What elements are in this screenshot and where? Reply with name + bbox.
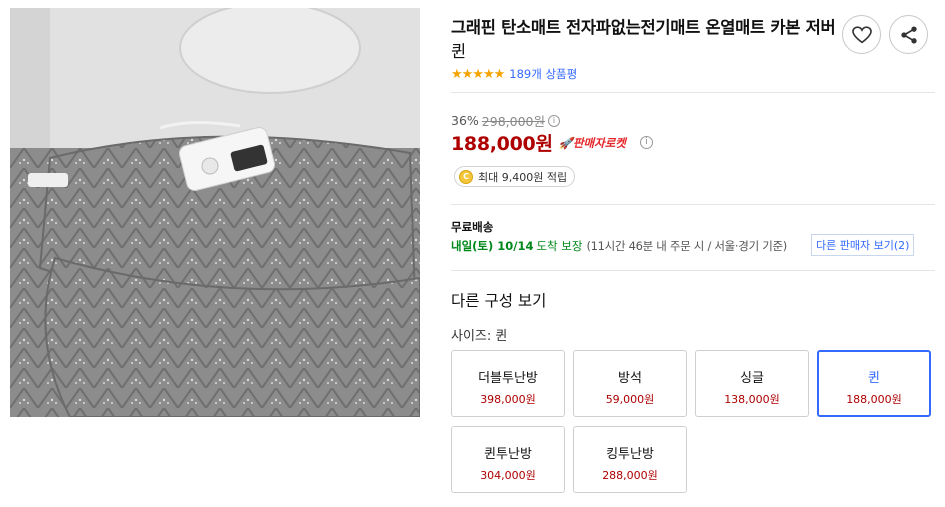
rating-row: ★★★★★ 189개 상품평 xyxy=(451,66,577,82)
option-card-cushion[interactable]: 방석 59,000원 xyxy=(573,350,687,417)
delivery-guarantee: 도착 보장 xyxy=(536,239,583,253)
product-title-text: 그래핀 탄소매트 전자파없는전기매트 온열매트 카본 저버 xyxy=(451,18,836,37)
option-price: 288,000원 xyxy=(602,469,658,482)
discount-rate: 36% xyxy=(451,113,479,128)
discount-row: 36% 298,000원 i xyxy=(451,111,560,130)
option-price: 188,000원 xyxy=(846,393,902,406)
sale-price-row: 188,000원 🚀판매자로켓 i xyxy=(451,129,653,156)
info-icon[interactable]: i xyxy=(548,114,560,127)
option-card-king-dual[interactable]: 킹투난방 288,000원 xyxy=(573,426,687,493)
rocket-label: 판매자로켓 xyxy=(572,135,626,150)
cash-reward-text: 최대 9,400원 적립 xyxy=(478,170,568,184)
product-title-option: 퀸 xyxy=(451,42,466,61)
free-shipping-label: 무료배송 xyxy=(451,220,494,234)
divider xyxy=(451,204,935,205)
info-icon[interactable]: i xyxy=(639,136,653,149)
divider xyxy=(451,92,935,93)
cash-reward-badge: C 최대 9,400원 적립 xyxy=(454,166,576,187)
option-name: 싱글 xyxy=(740,371,764,386)
option-name: 킹투난방 xyxy=(606,447,654,462)
product-image[interactable] xyxy=(10,8,420,417)
product-photo xyxy=(10,8,420,417)
product-title: 그래핀 탄소매트 전자파없는전기매트 온열매트 카본 저버 퀸 xyxy=(451,16,837,64)
coin-icon: C xyxy=(459,169,473,184)
option-price: 138,000원 xyxy=(724,393,780,406)
option-price: 398,000원 xyxy=(480,393,536,406)
share-button[interactable] xyxy=(889,15,928,54)
rocket-icon: 🚀 xyxy=(558,135,573,150)
review-count-link[interactable]: 189개 상품평 xyxy=(509,66,577,82)
star-rating-icon: ★★★★★ xyxy=(451,66,505,82)
option-card-double-dual[interactable]: 더블투난방 398,000원 xyxy=(451,350,565,417)
delivery-row: 내일(토) 10/14 도착 보장 (11시간 46분 내 주문 시 / 서울·… xyxy=(451,238,787,254)
option-card-single[interactable]: 싱글 138,000원 xyxy=(695,350,809,417)
other-sellers-button[interactable]: 다른 판매자 보기(2) xyxy=(811,234,915,256)
delivery-date: 내일(토) 10/14 xyxy=(451,239,534,253)
divider xyxy=(451,270,935,271)
heart-icon xyxy=(851,25,872,43)
product-page: 그래핀 탄소매트 전자파없는전기매트 온열매트 카본 저버 퀸 ★★★★★ 18… xyxy=(0,0,945,507)
option-price: 59,000원 xyxy=(605,393,655,406)
option-name: 퀸 xyxy=(868,371,880,386)
original-price: 298,000원 xyxy=(481,114,545,129)
option-name: 퀸투난방 xyxy=(484,447,532,462)
delivery-detail: (11시간 46분 내 주문 시 / 서울·경기 기준) xyxy=(586,239,787,253)
option-card-queen[interactable]: 퀸 188,000원 xyxy=(817,350,931,417)
option-name: 더블투난방 xyxy=(478,371,538,386)
option-name: 방석 xyxy=(618,371,642,386)
option-card-queen-dual[interactable]: 퀸투난방 304,000원 xyxy=(451,426,565,493)
options-section-title: 다른 구성 보기 xyxy=(451,292,547,310)
size-label: 사이즈: 퀸 xyxy=(451,329,508,344)
sale-price: 188,000원 xyxy=(451,133,553,155)
wishlist-button[interactable] xyxy=(842,15,881,54)
seller-rocket-badge: 🚀판매자로켓 xyxy=(559,135,626,151)
share-icon xyxy=(900,26,917,43)
option-price: 304,000원 xyxy=(480,469,536,482)
